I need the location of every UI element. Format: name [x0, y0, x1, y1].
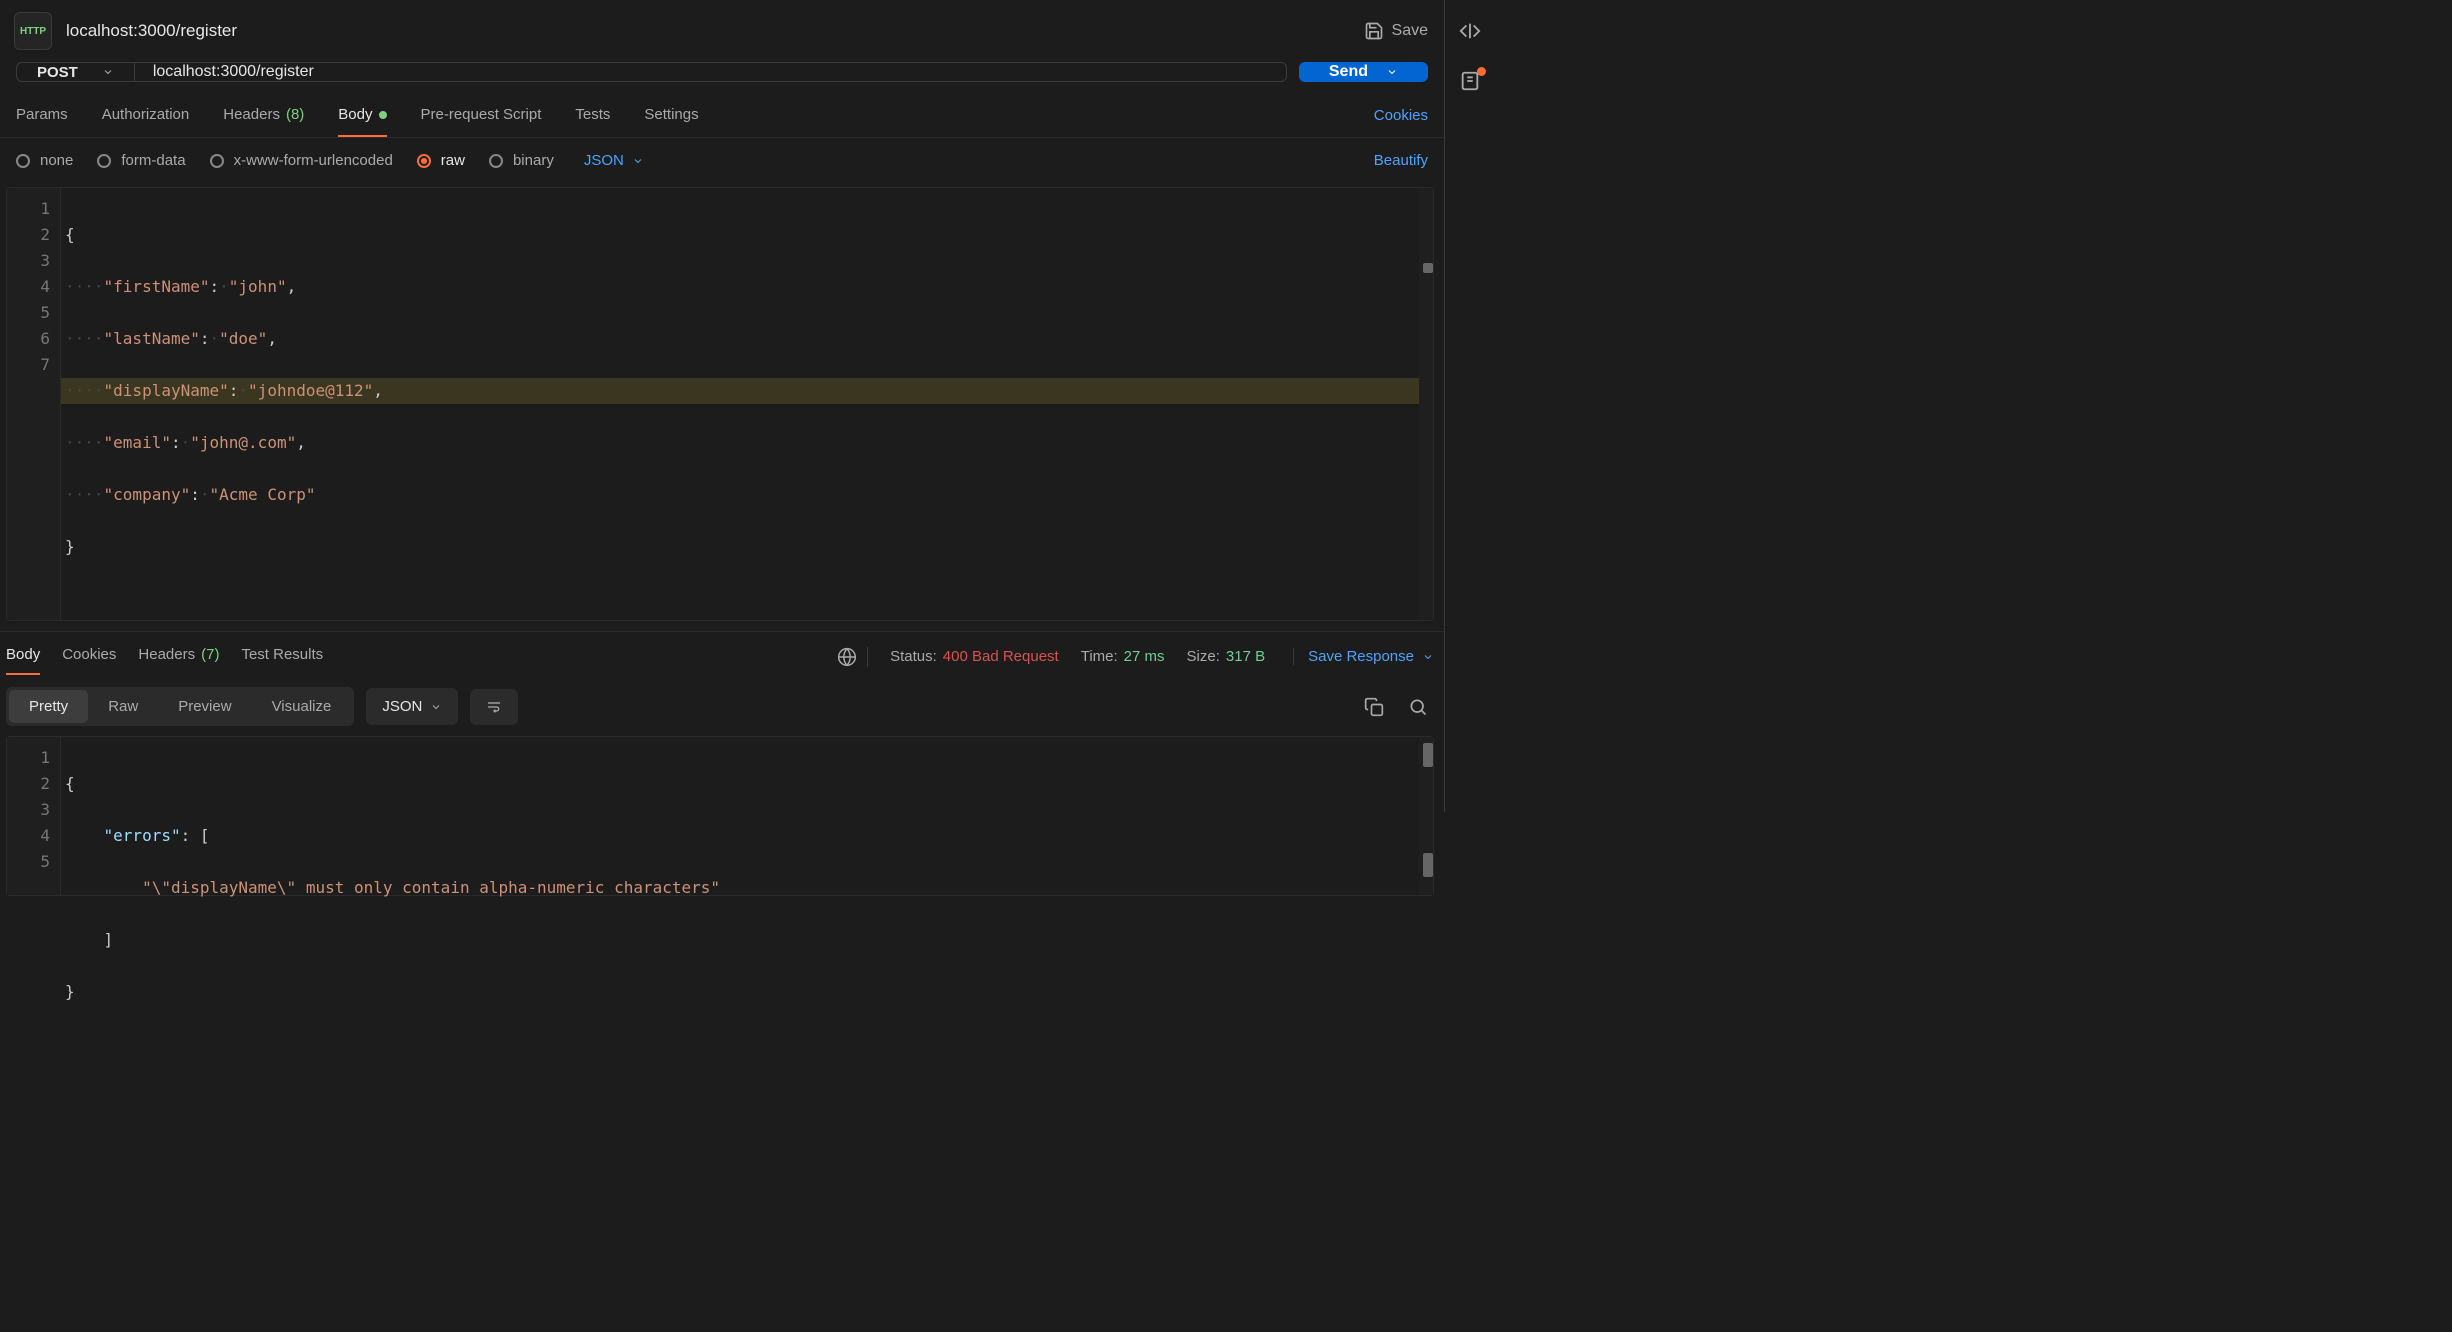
radio-icon [210, 154, 224, 168]
status-value: 400 Bad Request [943, 648, 1059, 665]
body-type-raw-label: raw [441, 152, 465, 169]
radio-icon [489, 154, 503, 168]
right-sidebar [1445, 0, 1495, 812]
size-label: Size: [1187, 648, 1220, 665]
network-info-button[interactable] [837, 647, 868, 667]
resp-tab-test-results[interactable]: Test Results [241, 638, 323, 675]
status-meta: Status: 400 Bad Request [890, 648, 1059, 665]
tab-pre-request[interactable]: Pre-request Script [421, 96, 542, 137]
method-value: POST [37, 64, 78, 81]
save-response-label: Save Response [1308, 648, 1414, 665]
request-body-editor[interactable]: 1234567 { ····"firstName":·"john", ····"… [6, 187, 1434, 621]
url-row: POST localhost:3000/register Send [0, 62, 1444, 82]
body-type-binary-label: binary [513, 152, 554, 169]
request-tab-header: HTTP localhost:3000/register Save [0, 0, 1444, 62]
time-meta: Time: 27 ms [1081, 648, 1165, 665]
radio-icon [16, 154, 30, 168]
save-response-button[interactable]: Save Response [1293, 648, 1434, 665]
size-value: 317 B [1226, 648, 1265, 665]
editor-code[interactable]: { "errors": [ "\"displayName\" must only… [61, 737, 1419, 895]
cookies-link[interactable]: Cookies [1374, 97, 1428, 136]
view-preview[interactable]: Preview [158, 690, 251, 723]
body-type-none[interactable]: none [16, 152, 73, 169]
body-type-raw[interactable]: raw [417, 152, 465, 169]
copy-response-button[interactable] [1358, 691, 1390, 723]
modified-dot-icon [379, 111, 387, 119]
http-icon: HTTP [14, 12, 52, 50]
response-bar: Body Cookies Headers (7) Test Results St… [0, 631, 1444, 679]
editor-gutter: 12345 [7, 737, 61, 895]
view-visualize[interactable]: Visualize [252, 690, 352, 723]
method-select[interactable]: POST [17, 63, 135, 81]
beautify-button[interactable]: Beautify [1374, 152, 1428, 169]
resp-tab-headers-count: (7) [201, 646, 219, 663]
radio-icon [97, 154, 111, 168]
resp-tab-cookies[interactable]: Cookies [62, 638, 116, 675]
tab-authorization[interactable]: Authorization [102, 96, 190, 137]
wrap-lines-button[interactable] [470, 689, 518, 725]
body-type-none-label: none [40, 152, 73, 169]
search-response-button[interactable] [1402, 691, 1434, 723]
tab-body[interactable]: Body [338, 96, 386, 137]
tab-tests[interactable]: Tests [575, 96, 610, 137]
request-tabs: Params Authorization Headers (8) Body Pr… [0, 96, 1444, 138]
chevron-down-icon [430, 701, 442, 713]
tab-body-label: Body [338, 106, 372, 123]
minimap[interactable] [1419, 737, 1433, 895]
chevron-down-icon [102, 66, 114, 78]
body-type-row: none form-data x-www-form-urlencoded raw… [0, 138, 1444, 183]
size-meta: Size: 317 B [1187, 648, 1266, 665]
resp-tab-body[interactable]: Body [6, 638, 40, 675]
tab-params[interactable]: Params [16, 96, 68, 137]
view-pretty[interactable]: Pretty [9, 690, 88, 723]
body-type-form-data-label: form-data [121, 152, 185, 169]
tab-headers[interactable]: Headers (8) [223, 96, 304, 137]
editor-gutter: 1234567 [7, 188, 61, 620]
code-snippet-button[interactable] [1459, 20, 1481, 42]
send-button[interactable]: Send [1299, 62, 1428, 82]
resp-tab-headers[interactable]: Headers (7) [138, 638, 219, 675]
request-title: localhost:3000/register [66, 21, 237, 41]
resp-tab-headers-label: Headers [138, 646, 195, 663]
save-button[interactable]: Save [1364, 21, 1428, 41]
tab-settings[interactable]: Settings [644, 96, 698, 137]
status-label: Status: [890, 648, 937, 665]
response-format-select[interactable]: JSON [366, 688, 458, 725]
response-body-editor[interactable]: 12345 { "errors": [ "\"displayName\" mus… [6, 736, 1434, 896]
time-label: Time: [1081, 648, 1118, 665]
save-icon [1364, 21, 1384, 41]
chevron-down-icon [632, 155, 644, 167]
tab-headers-count: (8) [286, 106, 304, 123]
send-label: Send [1329, 63, 1368, 81]
main-panel: HTTP localhost:3000/register Save POST l… [0, 0, 1445, 812]
time-value: 27 ms [1124, 648, 1165, 665]
info-panel-button[interactable] [1459, 70, 1481, 92]
body-type-urlencoded[interactable]: x-www-form-urlencoded [210, 152, 393, 169]
notification-dot-icon [1477, 67, 1486, 76]
wrap-icon [484, 699, 504, 715]
view-raw[interactable]: Raw [88, 690, 158, 723]
chevron-down-icon [1422, 651, 1434, 663]
response-format-label: JSON [382, 698, 422, 715]
body-format-label: JSON [584, 152, 624, 169]
body-type-binary[interactable]: binary [489, 152, 554, 169]
url-box: POST localhost:3000/register [16, 62, 1287, 82]
response-view-row: Pretty Raw Preview Visualize JSON [0, 679, 1444, 736]
body-type-form-data[interactable]: form-data [97, 152, 185, 169]
body-type-urlencoded-label: x-www-form-urlencoded [234, 152, 393, 169]
view-mode-segmented: Pretty Raw Preview Visualize [6, 687, 354, 726]
save-label: Save [1392, 22, 1428, 40]
chevron-down-icon [1386, 66, 1398, 78]
tab-headers-label: Headers [223, 106, 280, 123]
minimap[interactable] [1419, 188, 1433, 620]
body-format-select[interactable]: JSON [584, 152, 644, 169]
url-input[interactable]: localhost:3000/register [135, 63, 1286, 81]
radio-icon [417, 154, 431, 168]
editor-code[interactable]: { ····"firstName":·"john", ····"lastName… [61, 188, 1419, 620]
